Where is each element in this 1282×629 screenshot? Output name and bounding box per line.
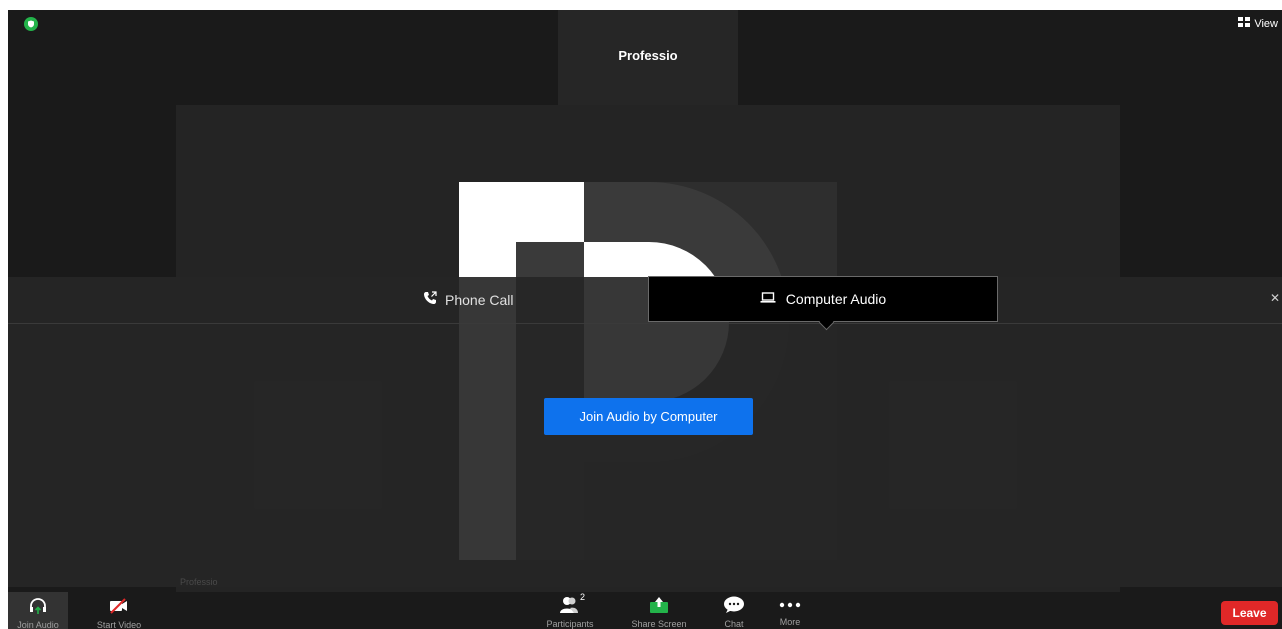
view-label: View [1254,17,1278,30]
tab-phone-call[interactable]: Phone Call [423,291,514,308]
chat-label: Chat [724,619,744,629]
video-off-icon [108,597,130,617]
headphones-icon [28,597,48,617]
share-screen-label: Share Screen [631,619,687,629]
phone-icon [423,291,437,308]
participants-label: Participants [546,619,594,629]
join-audio-label: Join Audio [17,620,59,629]
participants-icon: 2 [558,592,585,616]
share-screen-icon [649,596,669,616]
join-audio-by-computer-button[interactable]: Join Audio by Computer [544,398,753,435]
more-dots-icon [779,601,801,611]
chat-icon [723,596,745,616]
participant-tile-name: Professio [180,577,218,587]
chat-button[interactable]: Chat [714,592,754,629]
more-button[interactable]: More [770,592,810,629]
meeting-toolbar: Join Audio Start Video 2 Participants Sh… [8,592,1282,629]
more-label: More [779,617,801,627]
join-audio-button[interactable]: Join Audio [8,592,68,629]
share-screen-button[interactable]: Share Screen [624,592,694,629]
grid-icon [1238,17,1251,30]
meeting-window: View Professio Phone Call Computer Audio… [8,10,1282,629]
active-speaker-name: Professio [618,48,678,63]
start-video-label: Start Video [96,620,142,629]
tab-phone-call-label: Phone Call [445,291,514,308]
close-icon[interactable]: ✕ [1270,291,1280,305]
join-audio-dialog: Phone Call Computer Audio ✕ Join Audio b… [8,276,1282,587]
start-video-button[interactable]: Start Video [86,592,152,629]
laptop-icon [760,291,776,307]
participants-count: 2 [580,592,586,602]
audio-tab-bar: Phone Call Computer Audio ✕ [8,276,1282,324]
participants-button[interactable]: 2 Participants [534,592,606,629]
encryption-shield-icon[interactable] [24,17,38,31]
leave-button[interactable]: Leave [1221,601,1278,625]
view-button[interactable]: View [1238,17,1278,30]
tab-computer-audio[interactable]: Computer Audio [648,276,998,322]
tab-computer-audio-label: Computer Audio [785,291,887,307]
